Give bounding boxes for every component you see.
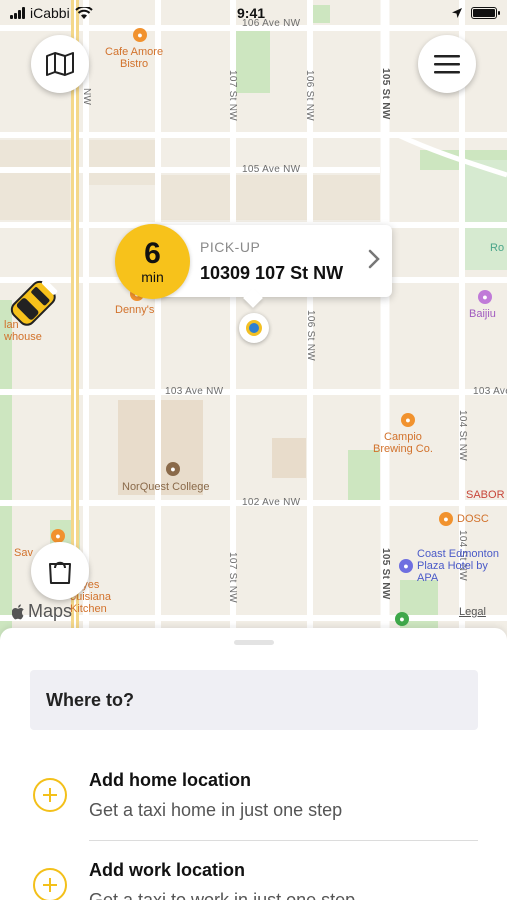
poi-baijiu[interactable]: Baijiu [469,308,496,320]
divider [89,840,478,841]
map-icon [46,52,74,76]
street-label: NW [81,88,92,106]
add-home-location-row[interactable]: Add home location Get a taxi home in jus… [0,758,507,838]
hotel-icon: ● [399,559,413,573]
maps-logo-text: Maps [28,601,73,621]
shopping-bag-icon [49,561,71,584]
add-work-location-row[interactable]: Add work location Get a taxi to work in … [0,850,507,900]
shopping-icon: ● [51,529,65,543]
poi-sabor[interactable]: SABOR [466,489,505,501]
street-label: 107 St NW [227,70,238,122]
sheet-drag-handle[interactable] [234,640,274,645]
legal-link[interactable]: Legal [459,606,486,618]
school-icon: ● [166,462,180,476]
status-bar: iCabbi 9:41 [0,0,507,26]
street-label: 105 St NW [380,68,391,120]
signal-icon [10,7,25,19]
map-layers-button[interactable] [31,35,89,93]
poi-dennys[interactable]: Denny's [115,304,154,316]
battery-icon [471,7,500,19]
pickup-pin[interactable] [239,313,269,343]
park-icon: ● [395,612,409,626]
poi-cafe-amore[interactable]: Cafe Amore Bistro [105,46,163,70]
street-label: 106 St NW [304,70,315,122]
poi-ro[interactable]: Ro [490,242,504,254]
poi-campio[interactable]: Campio Brewing Co. [373,431,433,455]
location-arrow-icon [452,8,462,18]
plus-circle-icon [33,868,67,900]
street-label: 102 Ave NW [242,497,301,508]
street-label: 103 Ave NW [165,386,224,397]
poi-coast-hotel[interactable]: Coast Edmonton Plaza Hotel by APA [417,548,499,584]
row-title: Add work location [89,860,246,880]
taxi-car-icon [10,279,58,326]
plus-circle-icon [33,778,67,812]
bottom-sheet: Where to? Add home location Get a taxi h… [0,628,507,900]
eta-badge: 6 min [115,224,190,299]
pickup-label: PICK-UP [200,239,261,255]
menu-button[interactable] [418,35,476,93]
bar-icon: ● [478,290,492,304]
row-subtitle: Get a taxi to work in just one step [89,890,356,900]
apple-icon [12,603,24,619]
wifi-icon [75,6,93,19]
pickup-address: 10309 107 St NW [200,263,344,283]
row-title: Add home location [89,770,251,790]
carrier-label: iCabbi [30,5,70,21]
row-subtitle: Get a taxi home in just one step [89,800,343,820]
brewery-icon: ● [401,413,415,427]
destination-search-field[interactable]: Where to? [30,670,478,730]
street-label: 103 Ave NW [473,386,507,397]
poi-norquest[interactable]: NorQuest College [122,481,209,493]
eta-unit: min [141,268,164,285]
street-label: 107 St NW [227,552,238,604]
poi-dosc[interactable]: DOSC [457,513,489,525]
apple-maps-logo: Maps [12,601,72,622]
shopping-button[interactable] [31,542,89,600]
street-label: 104 St NW [457,410,468,462]
restaurant-icon: ● [439,512,453,526]
eta-value: 6 [144,236,161,270]
chevron-right-icon [368,249,380,269]
hamburger-icon [434,55,460,74]
status-time: 9:41 [237,5,266,21]
restaurant-icon: ● [133,28,147,42]
street-label: 105 Ave NW [242,164,301,175]
street-label: 105 St NW [380,548,391,600]
street-label: 106 St NW [305,310,316,362]
